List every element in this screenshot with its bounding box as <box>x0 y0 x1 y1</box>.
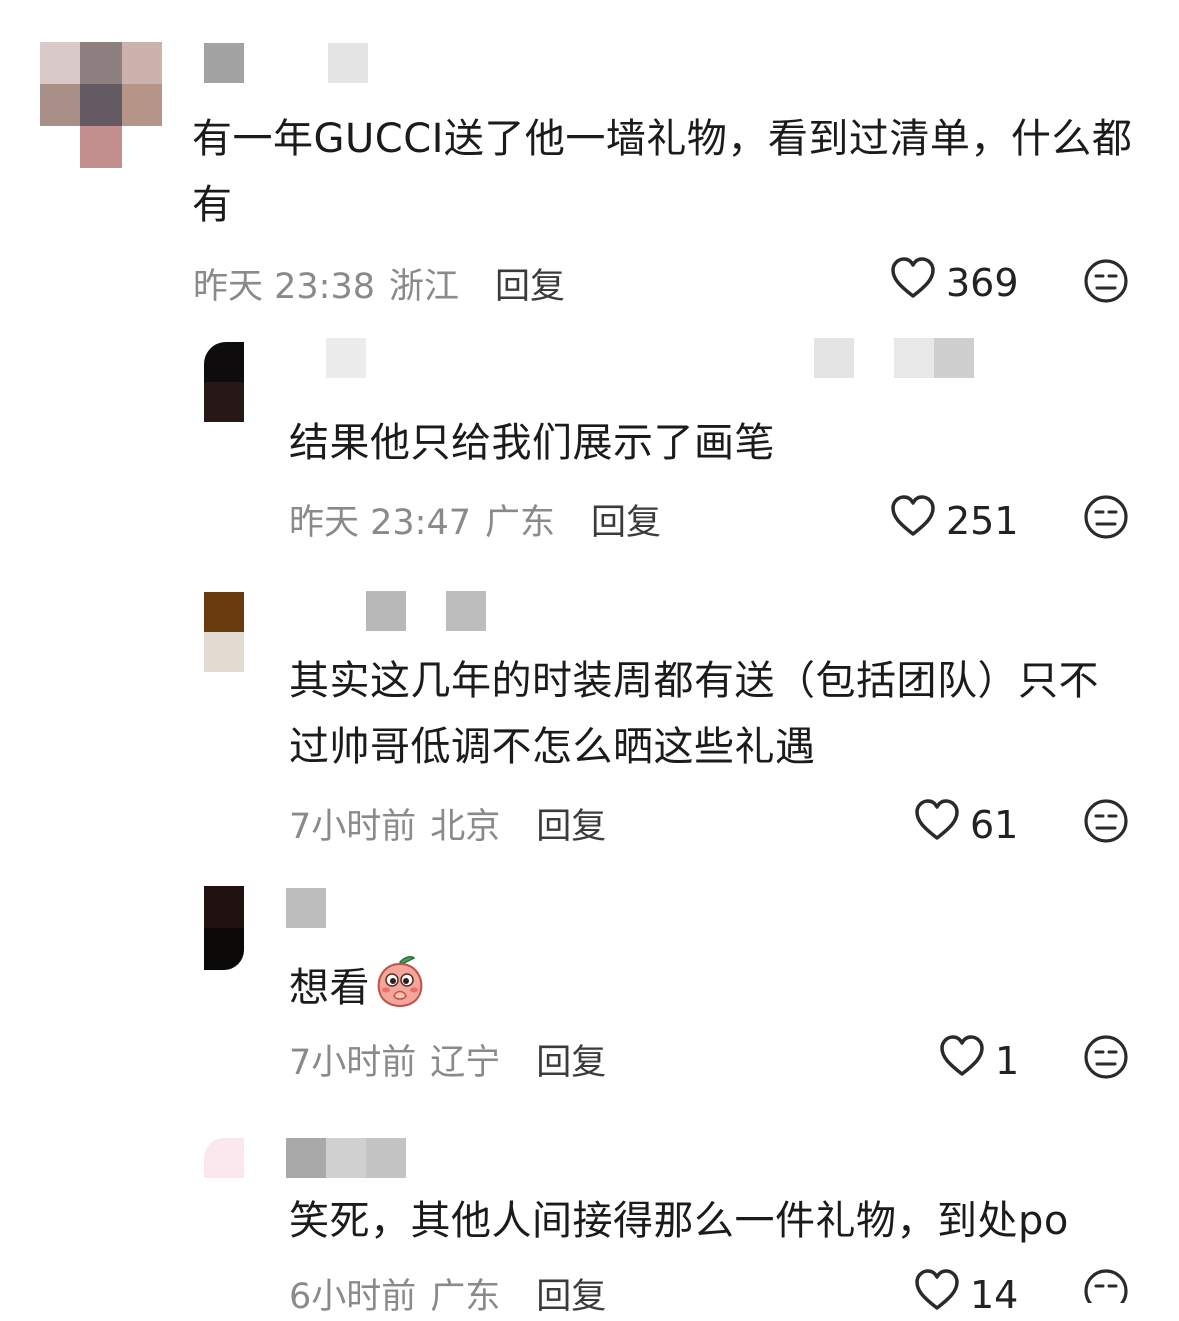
timestamp: 7小时前 <box>289 807 417 847</box>
like-count: 61 <box>970 802 1019 847</box>
like-button[interactable]: 251 <box>890 494 1019 547</box>
username-redacted[interactable] <box>286 888 326 928</box>
meh-face-icon <box>1084 1035 1128 1079</box>
heart-icon <box>939 1034 995 1087</box>
heart-icon <box>890 494 946 547</box>
location: 北京 <box>430 807 501 847</box>
dislike-button[interactable] <box>1083 258 1129 308</box>
username-redacted[interactable] <box>366 591 486 631</box>
meh-face-icon <box>1084 495 1128 539</box>
meh-face-icon <box>1084 1269 1128 1313</box>
avatar[interactable] <box>204 342 244 422</box>
heart-icon <box>914 1268 970 1321</box>
comment-meta: 昨天 23:47 广东 回复 <box>289 494 661 545</box>
like-button[interactable]: 14 <box>914 1268 1018 1321</box>
like-count: 1 <box>995 1038 1020 1083</box>
comment-text: 想看 <box>289 952 689 1028</box>
avatar[interactable] <box>204 592 244 672</box>
avatar[interactable] <box>40 42 162 168</box>
avatar[interactable] <box>204 1138 244 1218</box>
username-redacted[interactable] <box>286 1138 406 1178</box>
meh-face-icon <box>1084 799 1128 843</box>
location: 广东 <box>430 1277 501 1317</box>
comment-text: 其实这几年的时装周都有送（包括团队）只不过帅哥低调不怎么晒这些礼遇 <box>289 658 1099 770</box>
peach-shy-emoji <box>374 952 426 1028</box>
comment-meta: 昨天 23:38 浙江 回复 <box>193 258 565 309</box>
like-button[interactable]: 369 <box>890 256 1019 309</box>
reply-button[interactable]: 回复 <box>495 267 565 307</box>
dislike-button[interactable] <box>1083 798 1129 848</box>
location: 广东 <box>485 503 556 543</box>
comment-text: 笑死，其他人间接得那么一件礼物，到处po <box>289 1198 1069 1244</box>
dislike-button[interactable] <box>1083 494 1129 544</box>
dislike-button[interactable] <box>1083 1034 1129 1084</box>
like-count: 251 <box>946 498 1019 543</box>
heart-icon <box>890 256 946 309</box>
reply-button[interactable]: 回复 <box>536 1043 606 1083</box>
comment-text: 有一年GUCCI送了他一墙礼物，看到过清单，什么都有 <box>192 116 1133 228</box>
like-button[interactable]: 1 <box>939 1034 1019 1087</box>
location: 浙江 <box>389 267 460 307</box>
reply-button[interactable]: 回复 <box>536 1277 606 1317</box>
comment-meta: 7小时前 北京 回复 <box>289 798 606 849</box>
comment-text-body: 想看 <box>289 965 370 1011</box>
timestamp: 7小时前 <box>289 1043 417 1083</box>
location: 辽宁 <box>430 1043 501 1083</box>
avatar[interactable] <box>204 886 244 970</box>
like-count: 369 <box>946 260 1019 305</box>
comment-meta: 6小时前 广东 回复 <box>289 1268 606 1319</box>
reply-button[interactable]: 回复 <box>591 503 661 543</box>
timestamp: 昨天 23:38 <box>193 267 375 307</box>
timestamp: 6小时前 <box>289 1277 417 1317</box>
like-count: 14 <box>970 1272 1019 1317</box>
comment-text: 结果他只给我们展示了画笔 <box>289 420 775 466</box>
username-redacted[interactable] <box>326 338 974 378</box>
username-redacted[interactable] <box>204 43 368 83</box>
heart-icon <box>914 798 970 851</box>
comment-meta: 7小时前 辽宁 回复 <box>289 1034 606 1085</box>
timestamp: 昨天 23:47 <box>289 503 471 543</box>
like-button[interactable]: 61 <box>914 798 1018 851</box>
dislike-button[interactable] <box>1083 1268 1129 1313</box>
reply-button[interactable]: 回复 <box>536 807 606 847</box>
meh-face-icon <box>1084 259 1128 303</box>
